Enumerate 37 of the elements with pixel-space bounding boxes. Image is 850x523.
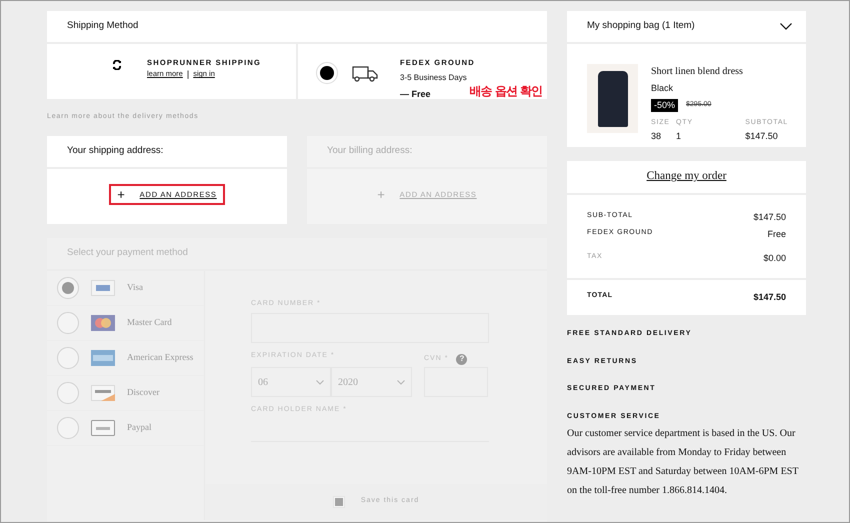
summary-value: $0.00: [763, 252, 786, 265]
summary-value: $147.50: [753, 211, 786, 224]
customer-service-text: Our customer service department is based in the US. Our advisors are available from Monday to Friday between 9AM-10PM EST and Saturday between 10AM-6PM EST on the toll-free number 1.866.814.1404.: [567, 427, 800, 498]
card-logo-icon: [91, 350, 115, 366]
size-value: 38: [651, 130, 662, 142]
subtotal-value: $147.50: [745, 130, 779, 142]
product-color: Black: [651, 82, 674, 95]
card-logo-icon: [91, 280, 115, 296]
delivery-time: 3-5 Business Days: [400, 72, 468, 84]
change-order-link[interactable]: Change my order: [646, 168, 726, 186]
payment-method-name: Paypal: [127, 420, 152, 434]
annotation-label: 배송 옵션 확인: [470, 85, 542, 97]
summary-value: Free: [767, 228, 786, 240]
separator: |: [186, 68, 190, 82]
chevron-down-icon: [780, 23, 792, 30]
payment-method-name: Visa: [127, 280, 143, 294]
panel-title: Select your payment method: [47, 238, 547, 270]
chevron-down-icon: [397, 380, 405, 384]
card-logo-icon: [91, 420, 115, 436]
radio-button[interactable]: [316, 62, 338, 84]
product-name: Short linen blend dress: [651, 65, 744, 79]
product-photo: [587, 64, 638, 133]
payment-method-name: Discover: [127, 386, 160, 399]
shoprunner-logo-icon: [113, 60, 121, 70]
card-logo-icon: [91, 314, 115, 330]
truck-icon: [352, 65, 378, 83]
discount-tag: -50%: [651, 98, 678, 112]
qty-value: 1: [676, 130, 682, 142]
chevron-down-icon: [316, 380, 324, 384]
address-title: Your shipping address:: [47, 136, 287, 168]
payment-method-name: Master Card: [127, 316, 172, 329]
total-value: $147.50: [753, 290, 786, 304]
card-logo-icon: [91, 384, 115, 400]
panel-title: Shipping Method: [47, 11, 547, 44]
shipping-price: — Free: [400, 88, 432, 102]
payment-method-name: American Express: [127, 350, 194, 364]
panel-title: My shopping bag (1 Item): [587, 19, 695, 34]
